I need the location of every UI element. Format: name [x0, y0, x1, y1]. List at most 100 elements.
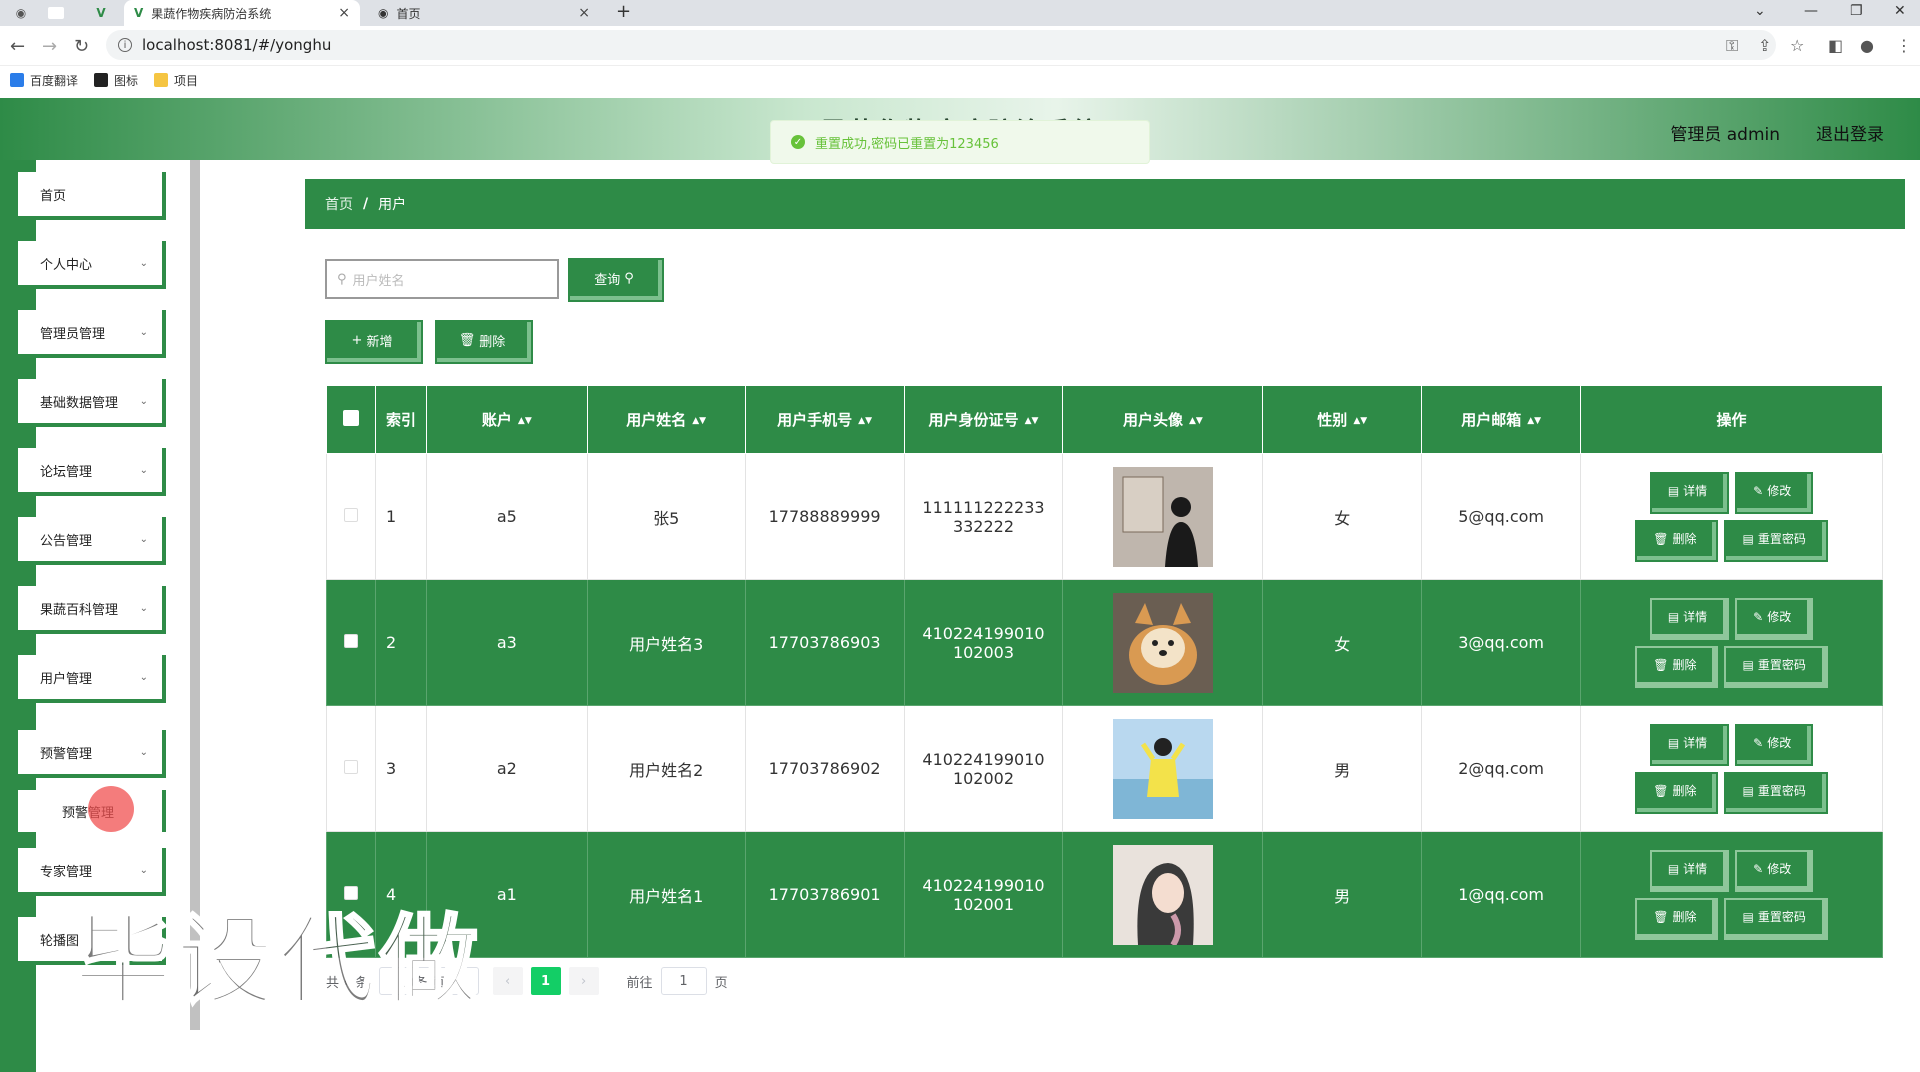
edit-button[interactable]: ✎ 修改	[1737, 599, 1812, 638]
close-icon[interactable]: ×	[338, 5, 350, 21]
sidebar-item-home[interactable]: 首页	[18, 172, 166, 220]
sort-icon[interactable]: ▲▼	[1189, 416, 1203, 426]
edit-button[interactable]: ✎ 修改	[1737, 473, 1812, 512]
cell-email: 5@qq.com	[1421, 453, 1582, 580]
reset-label: 重置密码	[1757, 910, 1806, 924]
cell-email: 2@qq.com	[1421, 705, 1582, 832]
sidebar-item-admin[interactable]: 管理员管理 ⌄	[18, 310, 166, 358]
next-page-icon[interactable]: ›	[568, 967, 599, 995]
edit-button[interactable]: ✎ 修改	[1737, 725, 1812, 764]
key-icon[interactable]: ⚿	[1726, 36, 1738, 56]
search-input[interactable]: ⚲ 用户姓名	[325, 259, 559, 299]
prev-page-icon[interactable]: ‹	[492, 967, 523, 995]
row-checkbox[interactable]	[343, 508, 358, 522]
select-all-checkbox[interactable]	[342, 409, 359, 426]
bookmark-item[interactable]: 项目	[154, 72, 198, 89]
cell-phone: 17703786901	[744, 831, 905, 958]
reset-password-button[interactable]: ▤ 重置密码	[1726, 647, 1826, 686]
detail-button[interactable]: ▤ 详情	[1651, 599, 1728, 638]
detail-button[interactable]: ▤ 详情	[1651, 725, 1728, 764]
row-checkbox[interactable]	[343, 634, 358, 648]
share-icon[interactable]: ⇪	[1758, 36, 1771, 55]
logout-link[interactable]: 退出登录	[1816, 120, 1884, 145]
add-button[interactable]: + 新增	[327, 322, 421, 362]
edit-button[interactable]: ✎ 修改	[1737, 851, 1812, 890]
sort-icon[interactable]: ▲▼	[1025, 416, 1039, 426]
sidebar-item-profile[interactable]: 个人中心 ⌄	[18, 241, 166, 289]
column-header-id-card[interactable]: 用户身份证号 ▲▼	[903, 385, 1064, 454]
sidebar-item-users[interactable]: 用户管理 ⌄	[18, 655, 166, 703]
sidebar-item-label: 用户管理	[40, 671, 93, 687]
reset-password-button[interactable]: ▤ 重置密码	[1726, 521, 1826, 560]
close-icon[interactable]: ×	[578, 5, 590, 21]
column-header-gender[interactable]: 性别 ▲▼	[1262, 385, 1423, 454]
delete-button[interactable]: 🗑 删除	[1637, 647, 1717, 686]
sort-icon[interactable]: ▲▼	[858, 416, 872, 426]
goto-page-input[interactable]: 1	[660, 967, 707, 995]
breadcrumb-home[interactable]: 首页	[325, 194, 353, 214]
sidebar-item-label: 管理员管理	[40, 326, 106, 342]
globe-icon[interactable]: ◉	[12, 4, 30, 22]
row-select-cell[interactable]	[326, 705, 376, 832]
address-bar: ← → ↻ i localhost:8081/#/yonghu ⚿ ⇪ ☆ ◧ …	[0, 26, 1920, 66]
page-number-current[interactable]: 1	[530, 967, 561, 995]
sort-icon[interactable]: ▲▼	[1527, 416, 1541, 426]
search-button[interactable]: 查询 ⚲	[570, 260, 662, 300]
batch-delete-button[interactable]: 🗑 删除	[437, 322, 531, 362]
chevron-down-icon: ⌄	[139, 533, 148, 545]
column-header-label: 性别	[1317, 411, 1348, 429]
table-row: 3 a2 用户姓名2 17703786902 41022419901010200…	[326, 705, 1883, 832]
forward-icon[interactable]: →	[42, 36, 57, 57]
reset-password-button[interactable]: ▤ 重置密码	[1726, 773, 1826, 812]
row-select-cell[interactable]	[326, 453, 376, 580]
profile-icon[interactable]: ●	[1860, 36, 1874, 55]
column-header-phone[interactable]: 用户手机号 ▲▼	[744, 385, 905, 454]
tab-search-icon[interactable]: ⌄	[1754, 3, 1766, 19]
sidebar-item-forum[interactable]: 论坛管理 ⌄	[18, 448, 166, 496]
detail-button[interactable]: ▤ 详情	[1651, 851, 1728, 890]
tab-home[interactable]: ◉ 首页 ×	[368, 0, 600, 26]
reset-password-button[interactable]: ▤ 重置密码	[1726, 899, 1826, 938]
menu-dots-icon[interactable]: ⋮	[1896, 36, 1912, 55]
minimize-icon[interactable]: —	[1804, 3, 1818, 19]
back-icon[interactable]: ←	[10, 36, 25, 57]
column-header-avatar[interactable]: 用户头像 ▲▼	[1062, 385, 1264, 454]
column-header-name[interactable]: 用户姓名 ▲▼	[586, 385, 746, 454]
sidebar-item-basic-data[interactable]: 基础数据管理 ⌄	[18, 379, 166, 427]
vue-icon[interactable]: V	[92, 4, 110, 22]
bookmark-item[interactable]: 百度翻译	[10, 72, 78, 89]
sort-icon[interactable]: ▲▼	[692, 416, 706, 426]
chevron-down-icon: ⌄	[139, 395, 148, 407]
cell-index: 2	[374, 579, 427, 706]
info-icon[interactable]: i	[118, 38, 132, 52]
row-checkbox[interactable]	[343, 760, 358, 774]
sidepanel-icon[interactable]: ◧	[1828, 36, 1843, 55]
blank-tab-icon[interactable]	[48, 7, 64, 19]
delete-button[interactable]: 🗑 删除	[1637, 899, 1717, 938]
tab-active[interactable]: V 果蔬作物疾病防治系统 ×	[124, 0, 360, 26]
bookmark-item[interactable]: 图标	[94, 72, 138, 89]
detail-label: 详情	[1683, 610, 1708, 624]
sort-icon[interactable]: ▲▼	[1353, 416, 1367, 426]
trash-icon: 🗑	[1653, 657, 1669, 672]
delete-button[interactable]: 🗑 删除	[1637, 773, 1717, 812]
column-header-email[interactable]: 用户邮箱 ▲▼	[1421, 385, 1582, 454]
detail-button[interactable]: ▤ 详情	[1651, 473, 1728, 512]
column-header-label: 用户身份证号	[928, 411, 1019, 429]
sidebar-item-warning[interactable]: 预警管理 ⌄	[18, 730, 166, 778]
column-header-account[interactable]: 账户 ▲▼	[425, 385, 588, 454]
reload-icon[interactable]: ↻	[74, 36, 89, 57]
doc-icon: ▤	[1742, 783, 1754, 798]
window-close-icon[interactable]: ✕	[1894, 3, 1906, 19]
new-tab-button[interactable]: +	[616, 1, 631, 22]
restore-icon[interactable]: ❐	[1850, 3, 1863, 19]
delete-button[interactable]: 🗑 删除	[1637, 521, 1717, 560]
row-select-cell[interactable]	[326, 579, 376, 706]
star-icon[interactable]: ☆	[1790, 36, 1804, 55]
sort-icon[interactable]: ▲▼	[518, 416, 532, 426]
cell-id-card: 111111222233332222	[903, 453, 1064, 580]
sidebar-item-encyclopedia[interactable]: 果蔬百科管理 ⌄	[18, 586, 166, 634]
sidebar-item-notice[interactable]: 公告管理 ⌄	[18, 517, 166, 565]
select-all-header[interactable]	[326, 385, 376, 454]
url-field[interactable]: i localhost:8081/#/yonghu	[106, 30, 1776, 60]
